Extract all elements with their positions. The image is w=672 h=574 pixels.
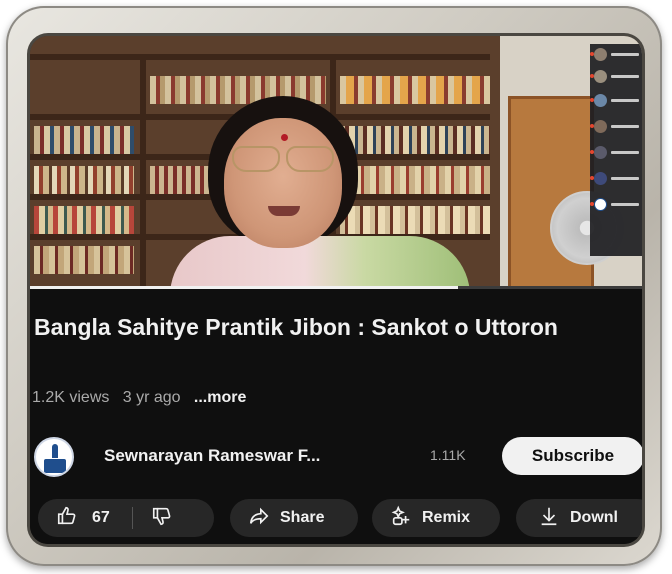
video-meta[interactable]: 1.2K views 3 yr ago ...more	[32, 389, 246, 407]
participants-panel	[590, 44, 642, 256]
channel-row: Sewnarayan Rameswar F... 1.11K Subscribe	[30, 435, 642, 479]
speaker-glasses	[232, 146, 334, 172]
action-bar: 67 Share Remix Downl	[30, 497, 642, 541]
remix-icon	[390, 505, 412, 532]
share-icon	[248, 505, 270, 532]
speaker-saree	[170, 236, 470, 286]
youtube-screen: Bangla Sahitye Prantik Jibon : Sankot o …	[30, 36, 642, 544]
thumbs-down-icon[interactable]	[151, 505, 173, 532]
remix-button[interactable]: Remix	[372, 499, 500, 537]
video-info: Bangla Sahitye Prantik Jibon : Sankot o …	[30, 289, 642, 544]
video-player[interactable]	[30, 36, 642, 286]
more-link[interactable]: ...more	[194, 389, 246, 406]
download-icon	[538, 505, 560, 532]
view-count: 1.2K views	[32, 389, 110, 406]
share-button[interactable]: Share	[230, 499, 358, 537]
like-count[interactable]: 67	[92, 509, 110, 527]
subscribe-button[interactable]: Subscribe	[502, 437, 642, 475]
remix-label: Remix	[422, 509, 471, 526]
subscriber-count: 1.11K	[430, 447, 466, 463]
share-label: Share	[280, 509, 325, 526]
upload-age: 3 yr ago	[122, 389, 181, 406]
bindi	[281, 134, 288, 141]
download-button[interactable]: Downl	[516, 499, 642, 537]
thumbs-up-icon[interactable]	[56, 505, 78, 532]
download-label: Downl	[570, 509, 618, 526]
speaker-mouth	[268, 206, 300, 216]
channel-avatar[interactable]	[34, 437, 74, 477]
video-title: Bangla Sahitye Prantik Jibon : Sankot o …	[34, 314, 558, 340]
like-dislike-pill: 67	[38, 499, 214, 537]
channel-name[interactable]: Sewnarayan Rameswar F...	[104, 446, 320, 466]
like-separator	[131, 507, 133, 529]
